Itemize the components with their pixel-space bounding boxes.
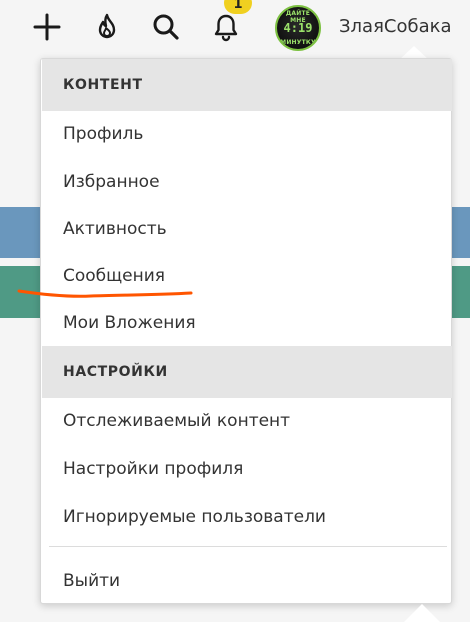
username-link[interactable]: ЗлаяСобака: [339, 16, 452, 37]
menu-item-profile[interactable]: Профиль: [42, 112, 452, 156]
bottom-pointer: [404, 604, 440, 622]
section-header-settings: НАСТРОЙКИ: [42, 346, 452, 398]
avatar[interactable]: ДАЙТЕ МНЕ 4:19 МИНУТКУ: [275, 5, 321, 51]
menu-item-messages[interactable]: Сообщения: [42, 254, 452, 298]
avatar-bottom-text: МИНУТКУ: [280, 39, 316, 46]
menu-item-activity[interactable]: Активность: [42, 207, 452, 251]
menu-item-watched-content[interactable]: Отслеживаемый контент: [42, 399, 452, 443]
menu-item-attachments[interactable]: Мои Вложения: [42, 301, 452, 345]
logout-link[interactable]: Выйти: [42, 559, 452, 603]
menu-divider: [49, 546, 447, 547]
menu-item-profile-settings[interactable]: Настройки профиля: [42, 447, 452, 491]
menu-item-favorites[interactable]: Избранное: [42, 160, 452, 204]
bell-icon[interactable]: [209, 10, 243, 44]
alerts-count-badge: 1: [224, 0, 252, 14]
search-icon[interactable]: [149, 10, 183, 44]
fire-icon[interactable]: [90, 10, 124, 44]
section-header-content: КОНТЕНТ: [42, 59, 452, 111]
account-dropdown-menu: КОНТЕНТ Профиль Избранное Активность Соо…: [40, 58, 452, 604]
plus-icon[interactable]: [30, 10, 64, 44]
menu-item-ignored-users[interactable]: Игнорируемые пользователи: [42, 495, 452, 539]
avatar-clock-text: 4:19: [283, 21, 313, 35]
